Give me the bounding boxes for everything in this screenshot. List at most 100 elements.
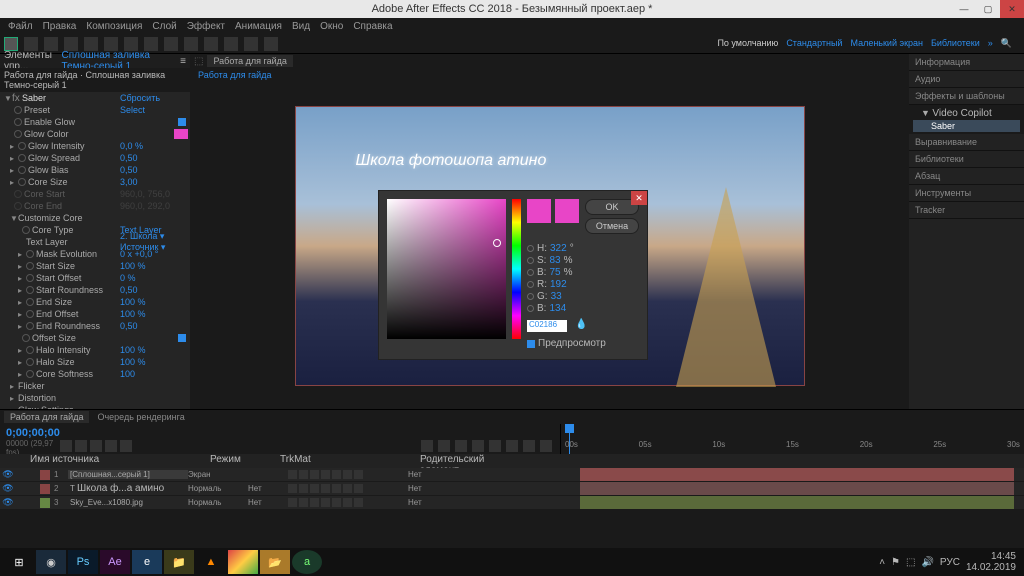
saber-effect-item[interactable]: Saber (913, 120, 1020, 132)
col-parent[interactable]: Родительский элемент (420, 454, 520, 468)
layer-bar[interactable] (580, 496, 1014, 509)
photoshop-icon[interactable]: Ps (68, 550, 98, 574)
enable-glow-checkbox[interactable] (178, 118, 186, 126)
g-value[interactable]: 33 (551, 291, 562, 302)
comp-breadcrumb[interactable]: Работа для гайда (198, 70, 271, 80)
rotate-tool-icon[interactable] (64, 37, 78, 51)
render-queue-tab[interactable]: Очередь рендеринга (97, 412, 184, 422)
visibility-icon[interactable]: 👁 (0, 483, 16, 494)
menu-window[interactable]: Окно (316, 21, 347, 32)
menu-effect[interactable]: Эффект (183, 21, 229, 32)
menu-view[interactable]: Вид (288, 21, 314, 32)
layer-color-swatch[interactable] (40, 484, 50, 494)
amino-icon[interactable]: a (292, 550, 322, 574)
tray-net-icon[interactable]: ⬚ (906, 557, 915, 568)
layer-bar[interactable] (580, 468, 1014, 481)
audio-panel[interactable]: Аудио (909, 71, 1024, 88)
tray-vol-icon[interactable]: 🔊 (921, 557, 933, 568)
explorer-icon[interactable]: 📁 (164, 550, 194, 574)
tl-ctrl-icon[interactable] (540, 440, 552, 452)
camera-tool-icon[interactable] (84, 37, 98, 51)
aftereffects-icon[interactable]: Ae (100, 550, 130, 574)
minimize-button[interactable]: — (952, 0, 976, 18)
layer-color-swatch[interactable] (40, 498, 50, 508)
ie-icon[interactable]: e (132, 550, 162, 574)
search-help-icon[interactable]: 🔍 (1001, 38, 1012, 49)
s-value[interactable]: 83 (549, 255, 560, 266)
timeline-tab[interactable]: Работа для гайда (4, 411, 89, 423)
r-value[interactable]: 192 (550, 279, 567, 290)
effects-panel[interactable]: Эффекты и шаблоны (909, 88, 1024, 105)
tray-clock[interactable]: 14:4514.02.2019 (966, 551, 1016, 573)
zoom-tool-icon[interactable] (44, 37, 58, 51)
bl-value[interactable]: 134 (549, 303, 566, 314)
chrome-icon[interactable] (228, 550, 258, 574)
layer-bar[interactable] (580, 482, 1014, 495)
pan-behind-tool-icon[interactable] (104, 37, 118, 51)
menu-composition[interactable]: Композиция (82, 21, 146, 32)
panel-menu-icon[interactable]: ≡ (180, 56, 186, 67)
b-radio[interactable] (527, 269, 534, 276)
glow-color-swatch[interactable] (174, 129, 188, 139)
tray-up-icon[interactable]: ˄ (879, 557, 885, 568)
workspace-small[interactable]: Маленький экран (850, 38, 923, 49)
preview-checkbox[interactable] (527, 340, 535, 348)
hex-input[interactable]: C02186 (527, 320, 567, 332)
info-panel[interactable]: Информация (909, 54, 1024, 71)
timecode[interactable]: 0;00;00;00 (6, 427, 54, 439)
effect-saber[interactable]: Saber (22, 93, 120, 103)
close-button[interactable]: ✕ (1000, 0, 1024, 18)
vlc-icon[interactable]: ▲ (196, 550, 226, 574)
tray-flag-icon[interactable]: ⚑ (891, 557, 900, 568)
eraser-tool-icon[interactable] (224, 37, 238, 51)
menu-help[interactable]: Справка (349, 21, 396, 32)
workspace-more-icon[interactable]: » (988, 38, 993, 49)
vc-folder[interactable]: ▼ Video Copilot (913, 107, 1020, 120)
s-radio[interactable] (527, 257, 534, 264)
start-button[interactable]: ⊞ (4, 550, 34, 574)
b-value[interactable]: 75 (549, 267, 560, 278)
r-radio[interactable] (527, 281, 534, 288)
tl-ctrl-icon[interactable] (421, 440, 433, 452)
blend-mode[interactable]: Экран (188, 470, 248, 479)
files-icon[interactable]: 📂 (260, 550, 290, 574)
hand-tool-icon[interactable] (24, 37, 38, 51)
tl-ico[interactable] (90, 440, 102, 452)
selection-tool-icon[interactable] (4, 37, 18, 51)
roto-tool-icon[interactable] (244, 37, 258, 51)
steam-icon[interactable]: ◉ (36, 550, 66, 574)
puppet-tool-icon[interactable] (264, 37, 278, 51)
tl-ctrl-icon[interactable] (523, 440, 535, 452)
sv-picker[interactable] (387, 199, 506, 339)
comp-tab[interactable]: Работа для гайда (207, 55, 292, 67)
tl-ctrl-icon[interactable] (506, 440, 518, 452)
tl-ctrl-icon[interactable] (438, 440, 450, 452)
visibility-icon[interactable]: 👁 (0, 497, 16, 508)
cancel-button[interactable]: Отмена (585, 218, 639, 234)
menu-layer[interactable]: Слой (148, 21, 180, 32)
tl-ico[interactable] (75, 440, 87, 452)
comp-home-icon[interactable]: ⬚ (194, 56, 203, 67)
pen-tool-icon[interactable] (144, 37, 158, 51)
stopwatch-icon[interactable] (14, 106, 22, 114)
menu-file[interactable]: Файл (4, 21, 37, 32)
tools-panel[interactable]: Инструменты (909, 185, 1024, 202)
workspace-standard[interactable]: Стандартный (786, 38, 842, 49)
time-ruler[interactable]: 00s 05s 10s 15s 20s 25s 30s (560, 424, 1024, 454)
g-radio[interactable] (527, 293, 534, 300)
col-source[interactable]: Имя источника (0, 454, 210, 468)
picker-close-button[interactable]: ✕ (631, 191, 647, 205)
clone-tool-icon[interactable] (204, 37, 218, 51)
tl-ctrl-icon[interactable] (489, 440, 501, 452)
tray-lang[interactable]: РУС (940, 557, 960, 568)
layer-name[interactable]: [Сплошная...серый 1] (68, 470, 188, 479)
eyedropper-icon[interactable]: 💧 (575, 319, 587, 331)
offset-size-checkbox[interactable] (178, 334, 186, 342)
menu-edit[interactable]: Правка (39, 21, 81, 32)
tl-ico[interactable] (60, 440, 72, 452)
libraries-panel[interactable]: Библиотеки (909, 151, 1024, 168)
brush-tool-icon[interactable] (184, 37, 198, 51)
h-value[interactable]: 322 (550, 243, 567, 254)
paragraph-panel[interactable]: Абзац (909, 168, 1024, 185)
align-panel[interactable]: Выравнивание (909, 134, 1024, 151)
